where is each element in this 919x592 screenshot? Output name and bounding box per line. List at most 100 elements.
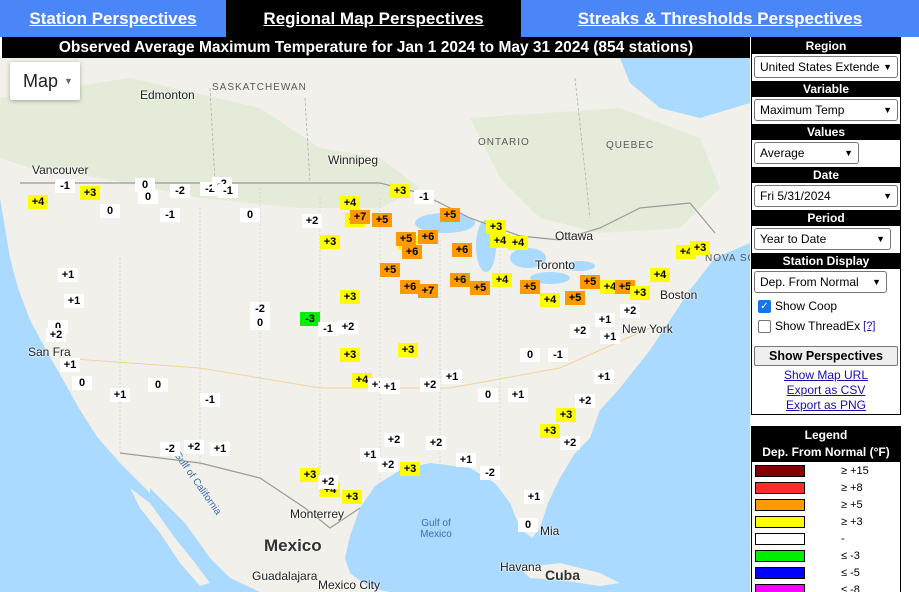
station-marker[interactable]: -2 [170,184,190,198]
values-select[interactable]: Average ▼ [754,142,859,164]
station-marker[interactable]: +4 [650,268,670,282]
station-marker[interactable]: +7 [350,210,370,224]
station-marker[interactable]: +6 [418,230,438,244]
station-marker[interactable]: +5 [372,213,392,227]
station-marker[interactable]: +1 [110,388,130,402]
station-marker[interactable]: +3 [300,468,320,482]
station-marker[interactable]: +4 [492,273,512,287]
station-marker[interactable]: 0 [240,208,260,222]
station-marker[interactable]: +3 [320,235,340,249]
station-marker[interactable]: +5 [565,291,585,305]
station-marker[interactable]: +3 [398,343,418,357]
station-marker[interactable]: +3 [390,184,410,198]
map-view[interactable]: SASKATCHEWAN ONTARIO QUEBEC Edmonton Van… [0,58,750,592]
station-marker[interactable]: +6 [400,280,420,294]
station-marker[interactable]: +1 [360,448,380,462]
station-marker[interactable]: +1 [380,380,400,394]
station-marker[interactable]: +3 [340,348,360,362]
station-marker[interactable]: +3 [630,286,650,300]
station-marker[interactable]: +2 [318,475,338,489]
station-marker[interactable]: +3 [400,462,420,476]
station-marker[interactable]: +1 [595,313,615,327]
period-select[interactable]: Year to Date ▼ [754,228,891,250]
station-marker[interactable]: 0 [138,190,158,204]
station-marker[interactable]: -1 [318,322,338,336]
station-marker[interactable]: +1 [524,490,544,504]
station-marker[interactable]: +1 [60,358,80,372]
station-marker[interactable]: +1 [594,370,614,384]
station-marker[interactable]: +2 [575,394,595,408]
tab-regional-map-perspectives[interactable]: Regional Map Perspectives [226,0,521,37]
export-png-link[interactable]: Export as PNG [752,398,900,413]
station-marker[interactable]: +5 [396,232,416,246]
station-marker[interactable]: +1 [600,330,620,344]
station-marker[interactable]: +2 [302,214,322,228]
station-marker[interactable]: +3 [556,408,576,422]
station-marker[interactable]: +7 [418,284,438,298]
station-marker[interactable]: +1 [64,294,84,308]
map-type-button[interactable]: Map ▼ [10,62,80,100]
tab-streaks-thresholds-perspectives[interactable]: Streaks & Thresholds Perspectives [521,0,919,37]
station-marker[interactable]: +4 [28,195,48,209]
show-threadex-checkbox[interactable]: Show ThreadEx [?] [752,316,900,336]
station-marker[interactable]: -1 [200,393,220,407]
station-marker[interactable]: +2 [338,320,358,334]
tab-station-perspectives[interactable]: Station Perspectives [0,0,226,37]
station-marker[interactable]: -3 [300,312,320,326]
station-marker[interactable]: +4 [508,236,528,250]
station-marker[interactable]: -1 [55,179,75,193]
station-marker[interactable]: +2 [560,436,580,450]
station-marker[interactable]: +5 [580,275,600,289]
station-marker[interactable]: +1 [58,268,78,282]
station-marker[interactable]: +5 [470,281,490,295]
show-coop-checkbox[interactable]: ✓ Show Coop [752,296,900,316]
station-marker[interactable]: +4 [340,196,360,210]
station-marker[interactable]: -1 [160,208,180,222]
station-marker[interactable]: -2 [250,302,270,316]
station-marker[interactable]: +2 [46,328,66,342]
station-marker[interactable]: +6 [402,245,422,259]
station-marker[interactable]: +2 [184,440,204,454]
station-marker[interactable]: +6 [450,273,470,287]
station-marker[interactable]: +1 [210,442,230,456]
station-marker[interactable]: 0 [250,316,270,330]
threadex-help-link[interactable]: [?] [863,320,875,332]
station-display-select[interactable]: Dep. From Normal ▼ [754,271,887,293]
station-marker[interactable]: +3 [80,186,100,200]
station-marker[interactable]: +6 [452,243,472,257]
station-marker[interactable]: +2 [426,436,446,450]
station-marker[interactable]: -1 [414,190,434,204]
station-marker[interactable]: +3 [690,241,710,255]
station-marker[interactable]: +3 [342,490,362,504]
station-marker[interactable]: 0 [518,518,538,532]
station-marker[interactable]: +1 [456,453,476,467]
station-marker[interactable]: -2 [160,442,180,456]
station-marker[interactable]: 0 [478,388,498,402]
show-perspectives-button[interactable]: Show Perspectives [754,346,898,366]
export-csv-link[interactable]: Export as CSV [752,383,900,398]
station-marker[interactable]: +3 [540,424,560,438]
station-marker[interactable]: +2 [378,458,398,472]
station-marker[interactable]: +5 [440,208,460,222]
region-select[interactable]: United States Extended ▼ [754,56,898,78]
station-marker[interactable]: +2 [420,378,440,392]
station-marker[interactable]: 0 [100,204,120,218]
station-marker[interactable]: +5 [380,263,400,277]
station-marker[interactable]: +3 [340,290,360,304]
variable-select[interactable]: Maximum Temp ▼ [754,99,898,121]
station-marker[interactable]: +1 [442,370,462,384]
station-marker[interactable]: +1 [508,388,528,402]
station-marker[interactable]: 0 [72,376,92,390]
station-marker[interactable]: -1 [548,348,568,362]
station-marker[interactable]: 0 [148,378,168,392]
station-marker[interactable]: +5 [520,280,540,294]
date-select[interactable]: Fri 5/31/2024 ▼ [754,185,898,207]
station-marker[interactable]: +4 [540,293,560,307]
station-marker[interactable]: +4 [490,234,510,248]
station-marker[interactable]: +3 [486,220,506,234]
station-marker[interactable]: -2 [480,466,500,480]
station-marker[interactable]: +2 [384,433,404,447]
show-map-url-link[interactable]: Show Map URL [752,368,900,383]
station-marker[interactable]: +2 [570,324,590,338]
station-marker[interactable]: +2 [620,304,640,318]
